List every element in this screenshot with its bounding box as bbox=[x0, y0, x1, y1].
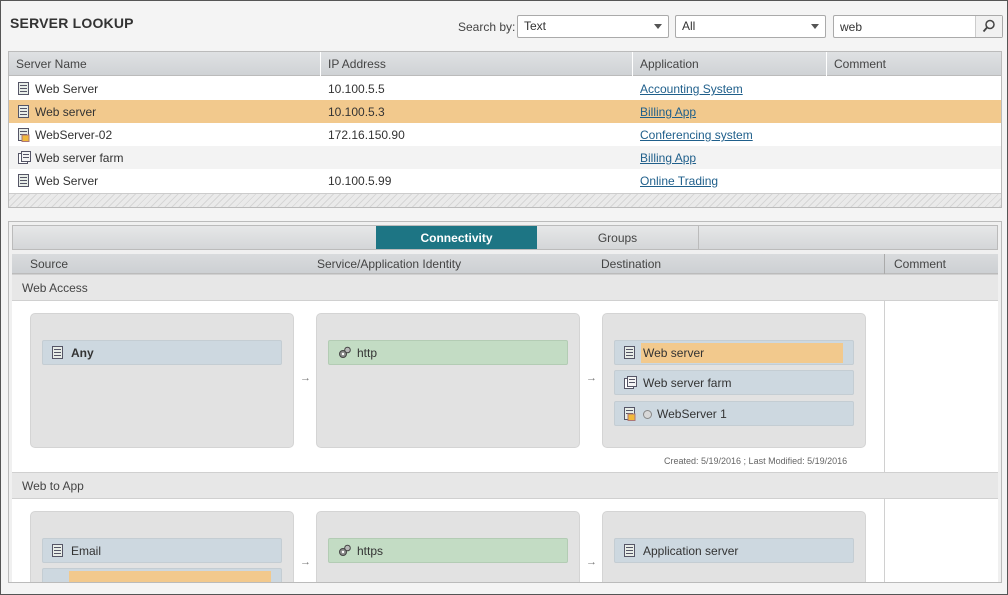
destination-box: Application server bbox=[602, 511, 866, 582]
comment bbox=[827, 123, 841, 146]
comment bbox=[827, 169, 841, 192]
column-header-destination: Destination bbox=[601, 257, 662, 271]
service-gear-icon bbox=[338, 544, 351, 560]
server-name: WebServer-02 bbox=[35, 128, 113, 142]
source-item-email[interactable]: Email bbox=[42, 538, 282, 563]
table-row-selected[interactable]: Web server 10.100.5.3 Billing App bbox=[9, 100, 1001, 123]
server-warning-icon bbox=[624, 407, 636, 424]
table-row[interactable]: WebServer-02 172.16.150.90 Conferencing … bbox=[9, 123, 1001, 146]
ip-address bbox=[321, 146, 335, 169]
section-body-web-to-app: Email → https → Application server bbox=[12, 499, 884, 582]
column-header-service: Service/Application Identity bbox=[317, 257, 462, 271]
rule-timestamps: Created: 5/19/2016 ; Last Modified: 5/19… bbox=[664, 456, 848, 466]
application-link[interactable]: Conferencing system bbox=[640, 128, 753, 142]
rule-column-headers: Source Service/Application Identity Dest… bbox=[12, 254, 998, 274]
service-item-https[interactable]: https bbox=[328, 538, 568, 563]
destination-box: Web server Web server farm WebServer 1 bbox=[602, 313, 866, 448]
destination-item-webserver-1[interactable]: WebServer 1 bbox=[614, 401, 854, 426]
table-row[interactable]: Web server farm Billing App bbox=[9, 146, 1001, 169]
destination-item-web-server[interactable]: Web server bbox=[614, 340, 854, 365]
destination-item-web-server-farm[interactable]: Web server farm bbox=[614, 370, 854, 395]
service-box: http bbox=[316, 313, 580, 448]
comment bbox=[827, 77, 841, 100]
tab-groups[interactable]: Groups bbox=[537, 226, 699, 249]
column-header-comment[interactable]: Comment bbox=[827, 52, 1001, 76]
application-link[interactable]: Accounting System bbox=[640, 82, 743, 96]
source-box: Any bbox=[30, 313, 294, 448]
flow-arrow: → bbox=[586, 372, 597, 384]
column-header-source: Source bbox=[30, 257, 69, 271]
column-header-application[interactable]: Application bbox=[633, 52, 827, 76]
server-icon bbox=[624, 346, 635, 362]
flow-arrow: → bbox=[300, 556, 311, 568]
flow-arrow: → bbox=[300, 372, 311, 384]
column-header-comment: Comment bbox=[894, 257, 947, 271]
column-divider bbox=[884, 254, 885, 274]
selection-highlight bbox=[69, 571, 271, 582]
search-by-label: Search by: bbox=[458, 20, 516, 34]
server-table: Server Name IP Address Application Comme… bbox=[8, 51, 1002, 208]
tab-bar: Connectivity Groups bbox=[12, 225, 998, 250]
search-icon bbox=[982, 19, 995, 33]
application-link[interactable]: Billing App bbox=[640, 151, 696, 165]
service-box: https bbox=[316, 511, 580, 582]
server-name: Web server bbox=[35, 105, 97, 119]
column-header-server-name[interactable]: Server Name bbox=[9, 52, 321, 76]
server-icon bbox=[52, 346, 63, 362]
section-header-web-access[interactable]: Web Access bbox=[12, 274, 998, 301]
destination-item-application-server[interactable]: Application server bbox=[614, 538, 854, 563]
details-panel: Connectivity Groups Source Service/Appli… bbox=[8, 221, 1002, 583]
table-resize-handle[interactable] bbox=[9, 193, 1001, 207]
comment bbox=[827, 100, 841, 123]
application-link[interactable]: Billing App bbox=[640, 105, 696, 119]
search-type-select[interactable]: Text bbox=[517, 15, 669, 38]
table-row[interactable]: Web Server 10.100.5.5 Accounting System bbox=[9, 77, 1001, 100]
search-scope-select[interactable]: All bbox=[675, 15, 826, 38]
ip-address: 10.100.5.3 bbox=[328, 105, 385, 119]
search-input[interactable] bbox=[834, 16, 974, 37]
application-link[interactable]: Online Trading bbox=[640, 174, 718, 188]
rule-comment-cell[interactable] bbox=[884, 499, 998, 582]
source-box: Email bbox=[30, 511, 294, 582]
rule-comment-cell[interactable] bbox=[884, 301, 998, 472]
server-farm-icon bbox=[624, 376, 637, 392]
status-dot-icon bbox=[643, 410, 652, 419]
server-name: Web Server bbox=[35, 82, 99, 96]
ip-address: 172.16.150.90 bbox=[328, 128, 405, 142]
section-header-web-to-app[interactable]: Web to App bbox=[12, 472, 998, 499]
chevron-down-icon bbox=[811, 24, 819, 29]
service-gear-icon bbox=[338, 346, 351, 362]
chevron-down-icon bbox=[654, 24, 662, 29]
ip-address: 10.100.5.99 bbox=[328, 174, 392, 188]
search-button[interactable] bbox=[975, 16, 1002, 37]
service-item-http[interactable]: http bbox=[328, 340, 568, 365]
ip-address: 10.100.5.5 bbox=[328, 82, 385, 96]
section-body-web-access: Any → http → Web server Web server farm … bbox=[12, 301, 884, 472]
page-title: SERVER LOOKUP bbox=[10, 15, 134, 31]
server-icon bbox=[624, 544, 635, 560]
search-box bbox=[833, 15, 1003, 38]
source-item-partial[interactable] bbox=[42, 568, 282, 582]
column-header-ip-address[interactable]: IP Address bbox=[321, 52, 633, 76]
server-name: Web Server bbox=[35, 174, 99, 188]
server-icon bbox=[52, 544, 63, 560]
comment bbox=[827, 146, 841, 169]
search-scope-value: All bbox=[682, 19, 696, 33]
app-window: SERVER LOOKUP Search by: Text All Server… bbox=[0, 0, 1008, 595]
source-item-any[interactable]: Any bbox=[42, 340, 282, 365]
table-header: Server Name IP Address Application Comme… bbox=[9, 52, 1001, 76]
table-row[interactable]: Web Server 10.100.5.99 Online Trading bbox=[9, 169, 1001, 192]
tab-connectivity[interactable]: Connectivity bbox=[376, 226, 537, 249]
server-name: Web server farm bbox=[35, 151, 124, 165]
flow-arrow: → bbox=[586, 556, 597, 568]
search-type-value: Text bbox=[524, 19, 547, 33]
